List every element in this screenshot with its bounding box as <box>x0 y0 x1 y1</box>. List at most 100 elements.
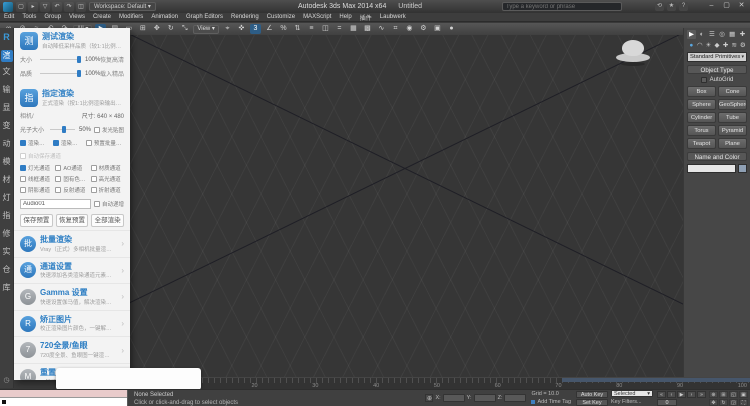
menu-tools[interactable]: Tools <box>18 14 40 20</box>
channel-box[interactable] <box>55 187 62 193</box>
teapot-button[interactable]: Teapot <box>687 138 716 149</box>
macro-recorder-pane[interactable] <box>0 390 127 398</box>
angle-snap-icon[interactable]: ∠ <box>264 24 275 34</box>
channel-checkbox-specular[interactable]: 高光通道 <box>90 175 124 183</box>
autosave-channel-checkbox[interactable]: 自动保存通道 <box>20 152 61 160</box>
channel-checkbox-reflect[interactable]: 反射通道 <box>55 186 88 194</box>
assign-render-title[interactable]: 指定渲染 <box>42 89 124 99</box>
channel-checkbox-wireframe[interactable]: 线框通道 <box>20 175 53 183</box>
schematic-view-icon[interactable]: ⌗ <box>390 24 401 34</box>
tab-modify[interactable]: ◐ <box>697 30 706 39</box>
max-logo-icon[interactable] <box>3 1 13 12</box>
layer-manager-icon[interactable]: ▦ <box>348 24 359 34</box>
auto-key-button[interactable]: Auto Key <box>576 390 608 398</box>
named-selection-sets-icon[interactable]: ≡ <box>306 24 317 34</box>
play-button[interactable]: ▶ <box>677 390 686 398</box>
channel-checkbox-shadow[interactable]: 阴影通道 <box>20 186 53 194</box>
channel-checkbox-light[interactable]: 灯光通道 <box>20 164 53 172</box>
channel-box[interactable] <box>90 176 97 182</box>
tab-utilities[interactable]: ✚ <box>738 30 747 39</box>
auto-increment-checkbox[interactable]: 自动递增 <box>93 200 124 208</box>
timeline-scrollbar[interactable] <box>562 378 750 382</box>
dock-tab-transform[interactable]: 变 <box>3 122 11 130</box>
section-fix-image[interactable]: R 矫正图片 校正渲染图片颜色，一键解决偏色问题 › <box>14 309 130 337</box>
object-color-swatch[interactable] <box>738 164 747 173</box>
dock-tab-animation[interactable]: 动 <box>3 140 11 148</box>
test-render-title[interactable]: 测试渲染 <box>42 32 124 42</box>
align-icon[interactable]: = <box>334 24 345 34</box>
dock-tab-model[interactable]: 模 <box>3 158 11 166</box>
channel-box[interactable] <box>90 165 97 171</box>
cone-button[interactable]: Cone <box>718 86 747 97</box>
tab-motion[interactable]: ◎ <box>718 30 727 39</box>
category-helpers-icon[interactable]: ✚ <box>721 41 730 50</box>
tube-button[interactable]: Tube <box>718 112 747 123</box>
x-coordinate-field[interactable] <box>442 394 465 402</box>
current-frame-field[interactable]: 0 <box>657 398 677 406</box>
size-slider-thumb[interactable] <box>76 56 81 63</box>
percent-snap-icon[interactable]: % <box>278 24 289 34</box>
tab-hierarchy[interactable]: ☰ <box>707 30 716 39</box>
maximize-viewport-icon[interactable]: ⛶ <box>739 398 748 406</box>
menu-laubwerk[interactable]: Laubwerk <box>376 14 410 20</box>
category-lights-icon[interactable]: ☀ <box>704 41 713 50</box>
channel-checkbox-ao[interactable]: AO通道 <box>55 164 88 172</box>
category-spacewarps-icon[interactable]: ≋ <box>730 41 739 50</box>
glow-map-box[interactable] <box>93 126 100 133</box>
close-button[interactable]: ✕ <box>735 1 748 11</box>
tab-display[interactable]: ▦ <box>728 30 737 39</box>
preset-batch-box[interactable] <box>85 140 92 146</box>
channel-setup-title[interactable]: 通道设置 <box>40 262 114 272</box>
dock-tab-output[interactable]: 输 <box>3 86 11 94</box>
render-camera-box[interactable] <box>52 140 59 146</box>
section-gamma-setup[interactable]: G Gamma 设置 快速设置伽马值，解决渲染发灰发暗问题 › <box>14 283 130 310</box>
search-input[interactable] <box>502 2 622 11</box>
gamma-setup-title[interactable]: Gamma 设置 <box>40 288 114 298</box>
redo-icon[interactable]: ↷ <box>64 1 74 12</box>
dock-history-icon[interactable]: ◷ <box>3 376 9 384</box>
dock-tab-render-active[interactable]: 渲 <box>0 50 13 62</box>
dock-tab-assign[interactable]: 指 <box>3 212 11 220</box>
restore-preset-button[interactable]: 恢复预置 <box>55 214 89 227</box>
absolute-mode-toggle[interactable]: ⊕ <box>425 394 434 402</box>
menu-plugin[interactable]: 插件 <box>356 13 376 22</box>
spinner-snap-icon[interactable]: ⇅ <box>292 24 303 34</box>
zoom-extents-all-icon[interactable]: ▣ <box>739 390 748 398</box>
glow-map-checkbox[interactable]: 发光贴图 <box>93 126 124 134</box>
object-type-rollout[interactable]: Object Type <box>687 65 747 74</box>
listener-pane[interactable] <box>0 397 127 406</box>
size-link[interactable]: 恢复高清 <box>100 55 124 64</box>
tab-create[interactable]: ▶ <box>687 30 696 39</box>
orbit-icon[interactable]: ↻ <box>719 398 728 406</box>
photon-slider[interactable] <box>50 126 75 133</box>
size-slider[interactable] <box>40 56 81 63</box>
menu-rendering[interactable]: Rendering <box>227 14 263 20</box>
dock-tab-light[interactable]: 灯 <box>3 194 11 202</box>
quality-slider[interactable] <box>40 70 81 77</box>
sphere-button[interactable]: Sphere <box>687 99 716 110</box>
dock-tab-utility[interactable]: 实 <box>3 248 11 256</box>
autosave-channel-box[interactable] <box>20 153 26 159</box>
sync-icon[interactable]: ⟲ <box>655 2 664 11</box>
section-panorama[interactable]: 7 720全景/鱼眼 720度全景、鱼眼图一键渲染与输出 › <box>14 336 130 363</box>
curve-editor-icon[interactable]: ∿ <box>376 24 387 34</box>
zoom-region-icon[interactable]: ◲ <box>729 398 738 406</box>
panorama-title[interactable]: 720全景/鱼眼 <box>40 341 114 351</box>
workspace-selector[interactable]: Workspace: Default ▾ <box>89 2 156 11</box>
mirror-icon[interactable]: ◫ <box>320 24 331 34</box>
select-and-rotate-icon[interactable]: ↻ <box>165 24 176 34</box>
render-photon-box[interactable] <box>20 140 26 146</box>
preset-batch-checkbox[interactable]: 预置批量渲染 <box>85 139 124 147</box>
add-time-tag-label[interactable]: Add Time Tag <box>537 398 571 406</box>
time-tag-row[interactable]: Add Time Tag <box>531 398 571 406</box>
dock-tab-library[interactable]: 库 <box>3 284 11 292</box>
dock-tab-material[interactable]: 材 <box>3 176 11 184</box>
menu-maxscript[interactable]: MAXScript <box>299 14 335 20</box>
dock-tab-modify[interactable]: 修 <box>3 230 11 238</box>
select-and-move-icon[interactable]: ✥ <box>151 24 162 34</box>
key-filters-button[interactable]: Key Filters... <box>611 398 653 406</box>
z-coordinate-field[interactable] <box>504 394 527 402</box>
menu-edit[interactable]: Edit <box>0 14 18 20</box>
go-to-end-button[interactable]: » <box>697 390 706 398</box>
quality-slider-thumb[interactable] <box>76 70 81 77</box>
